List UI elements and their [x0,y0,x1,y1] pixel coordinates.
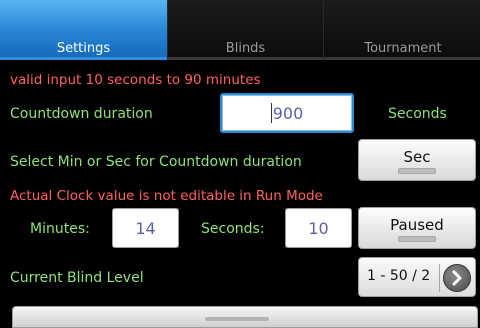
tab-tournament-label: Tournament [364,41,442,56]
tab-tournament[interactable]: Tournament [324,0,480,60]
chevron-right-icon [452,270,462,286]
tab-settings-indicator [0,57,167,60]
minutes-input[interactable]: 14 [112,208,179,248]
select-min-sec-label: Select Min or Sec for Countdown duration [10,154,302,170]
seconds-input[interactable]: 10 [285,208,352,248]
text-cursor [270,103,272,123]
minutes-value: 14 [135,218,156,238]
tab-settings[interactable]: Settings [0,0,168,60]
seconds-unit-label: Seconds [388,106,447,122]
toggle-indicator [398,236,436,242]
toggle-indicator [205,317,269,321]
countdown-duration-label: Countdown duration [10,106,153,122]
tab-bar: Settings Blinds Tournament [0,0,480,60]
spinner-dropdown-button[interactable] [443,264,471,292]
paused-toggle-label: Paused [390,216,444,234]
minutes-label: Minutes: [30,221,90,237]
seconds-label: Seconds: [201,221,265,237]
tab-blinds-label: Blinds [225,41,266,56]
spinner-divider [439,264,440,292]
bottom-action-button[interactable] [12,306,478,328]
blind-level-value: 1 - 50 / 2 [367,268,431,284]
countdown-duration-value: 900 [272,103,304,123]
toggle-indicator [398,168,436,174]
blind-level-spinner[interactable]: 1 - 50 / 2 [358,257,476,297]
seconds-value: 10 [308,218,329,238]
countdown-duration-input[interactable]: 900 [220,93,354,133]
tab-tournament-indicator [324,57,480,60]
min-sec-toggle-button[interactable]: Sec [358,139,476,181]
tab-blinds-indicator [168,57,323,60]
min-sec-toggle-label: Sec [403,148,431,166]
tab-settings-label: Settings [56,41,111,56]
current-blind-level-label: Current Blind Level [10,270,144,286]
not-editable-warning: Actual Clock value is not editable in Ru… [10,188,323,204]
paused-toggle-button[interactable]: Paused [358,207,476,249]
tab-blinds[interactable]: Blinds [168,0,324,60]
valid-input-hint: valid input 10 seconds to 90 minutes [10,72,261,88]
